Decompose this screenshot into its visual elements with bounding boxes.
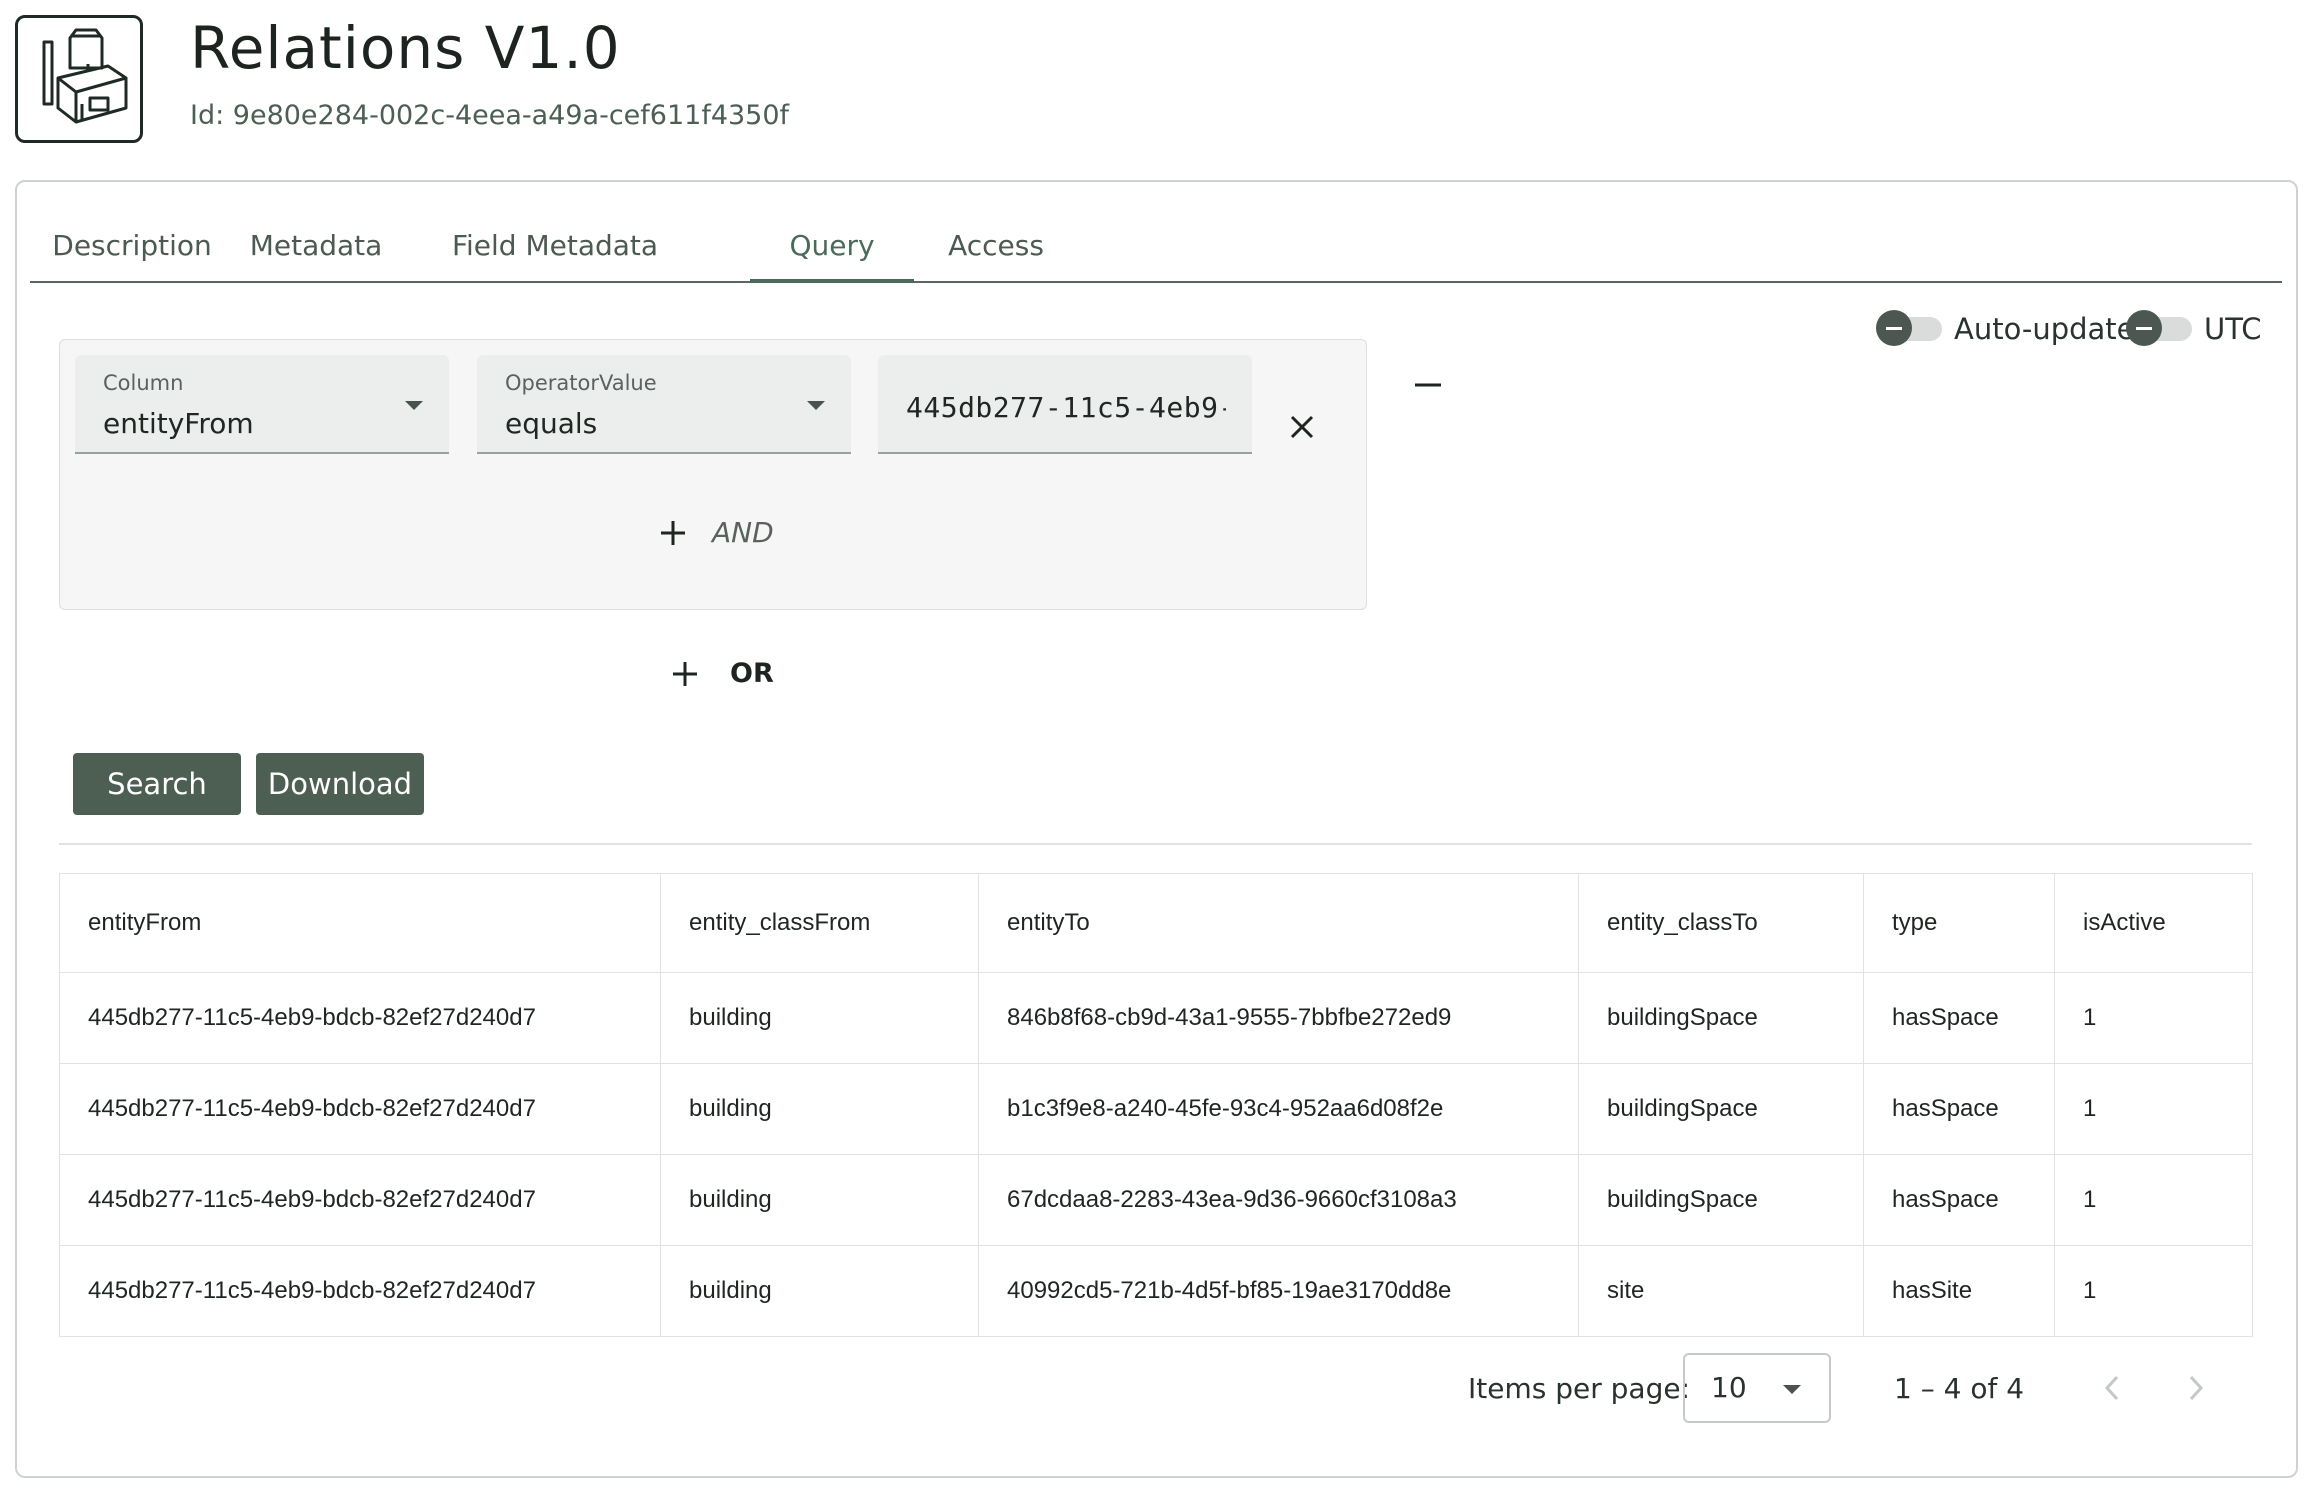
column-header-entity-classto[interactable]: entity_classTo — [1578, 873, 1864, 973]
tab-description[interactable]: Description — [30, 210, 234, 281]
table-row[interactable]: 445db277-11c5-4eb9-bdcb-82ef27d240d7 bui… — [59, 1063, 2253, 1155]
tab-metadata[interactable]: Metadata — [234, 210, 398, 281]
table-cell: hasSpace — [1863, 1063, 2055, 1155]
chevron-down-icon — [405, 401, 423, 410]
column-header-type[interactable]: type — [1863, 873, 2055, 973]
previous-page-button[interactable] — [2092, 1368, 2132, 1408]
factory-icon — [42, 28, 128, 124]
table-cell: 445db277-11c5-4eb9-bdcb-82ef27d240d7 — [59, 1245, 661, 1337]
operator-select[interactable]: OperatorValue equals — [477, 355, 851, 454]
resource-id: Id: 9e80e284-002c-4eea-a49a-cef611f4350f — [190, 100, 790, 131]
page-range-label: 1 – 4 of 4 — [1894, 1372, 2025, 1405]
table-cell: 445db277-11c5-4eb9-bdcb-82ef27d240d7 — [59, 1063, 661, 1155]
toggle-knob-icon — [1876, 310, 1912, 346]
table-header-row: entityFrom entity_classFrom entityTo ent… — [59, 873, 2253, 973]
page-size-select[interactable]: 10 — [1683, 1353, 1831, 1423]
table-row[interactable]: 445db277-11c5-4eb9-bdcb-82ef27d240d7 bui… — [59, 1245, 2253, 1337]
utc-switch[interactable] — [2126, 310, 2192, 346]
plus-icon — [661, 520, 685, 545]
tab-access[interactable]: Access — [914, 210, 1078, 281]
table-cell: building — [660, 1245, 979, 1337]
table-cell: 445db277-11c5-4eb9-bdcb-82ef27d240d7 — [59, 1154, 661, 1246]
table-cell: b1c3f9e8-a240-45fe-93c4-952aa6d08f2e — [978, 1063, 1579, 1155]
page-size-value: 10 — [1711, 1371, 1747, 1404]
chevron-down-icon — [1783, 1385, 1801, 1394]
table-cell: 1 — [2054, 972, 2253, 1064]
add-and-label: AND — [712, 516, 774, 549]
column-header-isactive[interactable]: isActive — [2054, 873, 2253, 973]
add-or-button[interactable]: OR — [672, 658, 774, 689]
column-header-entityto[interactable]: entityTo — [978, 873, 1579, 973]
column-header-entityfrom[interactable]: entityFrom — [59, 873, 661, 973]
auto-update-label: Auto-update — [1954, 312, 2135, 346]
table-cell: 445db277-11c5-4eb9-bdcb-82ef27d240d7 — [59, 972, 661, 1064]
table-cell: 1 — [2054, 1063, 2253, 1155]
table-row[interactable]: 445db277-11c5-4eb9-bdcb-82ef27d240d7 bui… — [59, 972, 2253, 1064]
plus-icon — [673, 661, 697, 686]
tab-bar: Description Metadata Field Metadata Quer… — [30, 210, 2282, 283]
utc-toggle[interactable]: UTC — [2126, 310, 2262, 346]
search-button[interactable]: Search — [73, 753, 241, 815]
table-cell: buildingSpace — [1578, 972, 1864, 1064]
download-button[interactable]: Download — [256, 753, 424, 815]
remove-condition-button[interactable] — [1280, 405, 1324, 449]
table-cell: building — [660, 1154, 979, 1246]
value-input-text: 445db277-11c5-4eb9-b — [906, 391, 1226, 424]
tab-field-metadata[interactable]: Field Metadata — [398, 210, 712, 281]
add-and-button[interactable]: AND — [660, 516, 774, 549]
tab-query[interactable]: Query — [750, 210, 914, 283]
minus-icon — [1415, 383, 1441, 387]
table-cell: 1 — [2054, 1245, 2253, 1337]
operator-select-label: OperatorValue — [505, 371, 657, 395]
table-cell: building — [660, 972, 979, 1064]
auto-update-switch[interactable] — [1876, 310, 1942, 346]
items-per-page-label: Items per page: — [1468, 1372, 1691, 1405]
page-title: Relations V1.0 — [190, 14, 621, 82]
remove-group-button[interactable] — [1408, 370, 1448, 400]
chevron-right-icon — [2189, 1375, 2204, 1401]
table-row[interactable]: 445db277-11c5-4eb9-bdcb-82ef27d240d7 bui… — [59, 1154, 2253, 1246]
utc-label: UTC — [2204, 312, 2262, 346]
table-cell: 1 — [2054, 1154, 2253, 1246]
table-cell: hasSpace — [1863, 972, 2055, 1064]
app-logo — [15, 15, 143, 143]
column-select-value: entityFrom — [103, 407, 254, 440]
table-cell: buildingSpace — [1578, 1063, 1864, 1155]
divider — [59, 843, 2252, 845]
operator-select-value: equals — [505, 407, 598, 440]
auto-update-toggle[interactable]: Auto-update — [1876, 310, 2135, 346]
column-select[interactable]: Column entityFrom — [75, 355, 449, 454]
toggle-knob-icon — [2126, 310, 2162, 346]
column-header-entity-classfrom[interactable]: entity_classFrom — [660, 873, 979, 973]
value-input[interactable]: 445db277-11c5-4eb9-b — [878, 355, 1252, 454]
chevron-left-icon — [2104, 1375, 2119, 1401]
table-cell: building — [660, 1063, 979, 1155]
column-select-label: Column — [103, 371, 184, 395]
table-cell: site — [1578, 1245, 1864, 1337]
table-cell: 846b8f68-cb9d-43a1-9555-7bbfbe272ed9 — [978, 972, 1579, 1064]
table-cell: hasSite — [1863, 1245, 2055, 1337]
filter-group: Column entityFrom OperatorValue equals 4… — [59, 339, 1367, 610]
add-or-label: OR — [730, 658, 774, 689]
results-table: entityFrom entity_classFrom entityTo ent… — [59, 873, 2253, 1337]
close-icon — [1290, 415, 1314, 439]
table-cell: hasSpace — [1863, 1154, 2055, 1246]
chevron-down-icon — [807, 401, 825, 410]
table-cell: buildingSpace — [1578, 1154, 1864, 1246]
table-cell: 67dcdaa8-2283-43ea-9d36-9660cf3108a3 — [978, 1154, 1579, 1246]
next-page-button[interactable] — [2176, 1368, 2216, 1408]
table-cell: 40992cd5-721b-4d5f-bf85-19ae3170dd8e — [978, 1245, 1579, 1337]
